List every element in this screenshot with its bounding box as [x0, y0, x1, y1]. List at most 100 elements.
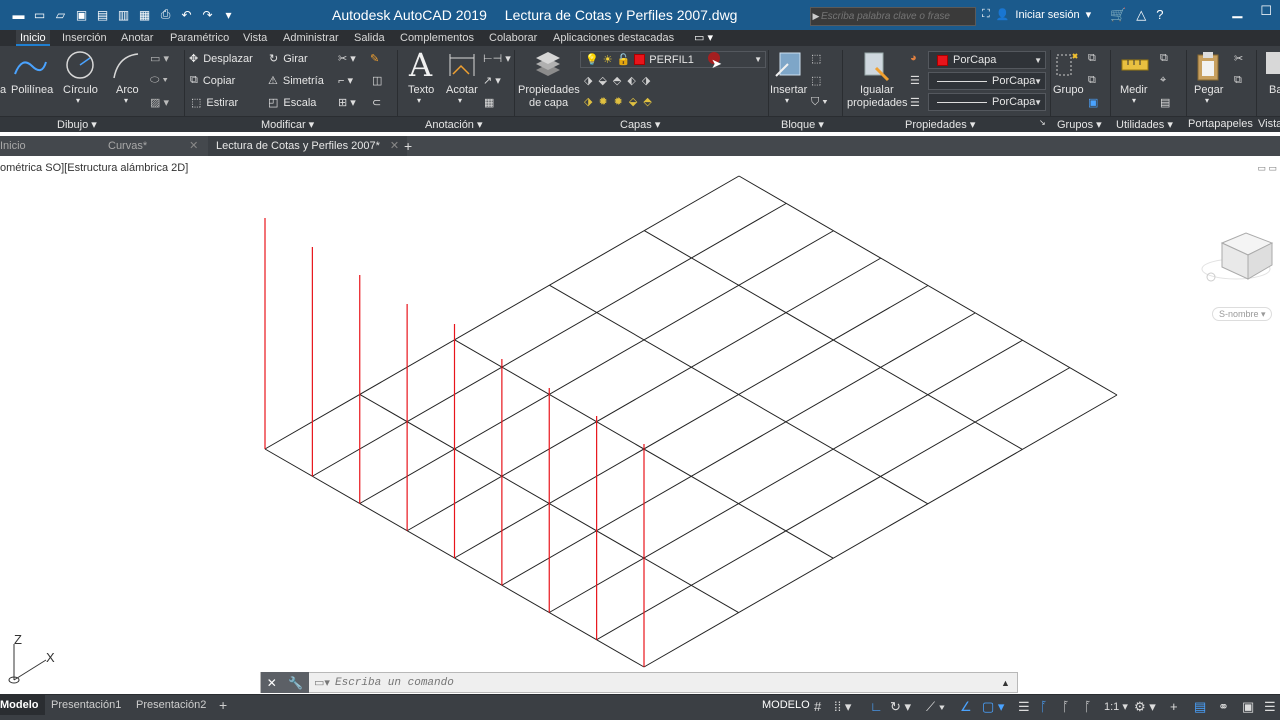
circle-icon[interactable] [64, 50, 96, 82]
viewcube[interactable] [1200, 205, 1280, 295]
group-select-icon[interactable]: ▣ [1088, 96, 1098, 109]
tab-parametrico[interactable]: Paramétrico [170, 30, 229, 46]
plus-icon[interactable]: + [1170, 700, 1178, 714]
add-layout-icon[interactable]: + [219, 695, 227, 715]
annotation-visibility-icon[interactable]: ᚪ [1040, 700, 1048, 714]
chevron-down-icon[interactable]: ▾ [417, 96, 421, 105]
cut-icon[interactable]: ✂ [1234, 52, 1243, 65]
measure-icon[interactable] [1120, 54, 1150, 76]
tab-administrar[interactable]: Administrar [283, 30, 339, 46]
ellipse-icon[interactable]: ⬭ ▾ [150, 74, 168, 87]
object-snap-icon[interactable]: ▢ ▾ [982, 700, 1004, 714]
chevron-down-icon[interactable]: ▾ [1205, 96, 1209, 105]
quick-properties-icon[interactable]: ▤ [1194, 700, 1206, 714]
panel-grupos[interactable]: Grupos ▾ [1057, 118, 1102, 131]
chevron-down-icon[interactable]: ▾ [1132, 96, 1136, 105]
tab-colaborar[interactable]: Colaborar [489, 30, 537, 46]
undo-icon[interactable]: ↶ [178, 6, 195, 23]
tab-insercion[interactable]: Inserción [62, 30, 107, 46]
text-label[interactable]: Texto [408, 84, 434, 96]
group-label[interactable]: Grupo [1053, 84, 1084, 96]
color-dropdown[interactable]: PorCapa ▼ [928, 51, 1046, 69]
layer-properties-label-2[interactable]: de capa [529, 97, 568, 109]
tab-complementos[interactable]: Complementos [400, 30, 474, 46]
wrench-icon[interactable]: 🔧 [288, 676, 303, 690]
match-properties-label-2[interactable]: propiedades [847, 97, 908, 109]
layout-tab-presentacion2[interactable]: Presentación2 [136, 695, 206, 715]
panel-capas[interactable]: Capas ▾ [620, 118, 660, 131]
group-icon[interactable] [1054, 50, 1082, 80]
rotate-button[interactable]: ↻ Girar [269, 52, 308, 66]
layer-properties-icon[interactable] [532, 50, 564, 80]
autodesk-a360-icon[interactable]: △ [1136, 7, 1146, 23]
grid-icon[interactable]: # [814, 700, 821, 714]
leader-icon[interactable]: ↗ ▾ [483, 74, 501, 87]
layout-tab-modelo[interactable]: Modelo [0, 695, 45, 715]
chevron-down-icon[interactable]: ▾ [76, 96, 80, 105]
lineweight-toggle-icon[interactable]: ☰ [1018, 700, 1030, 714]
panel-dibujo[interactable]: Dibujo ▾ [57, 118, 97, 131]
arc-icon[interactable] [110, 50, 142, 82]
copy-button[interactable]: ⧉ Copiar [190, 74, 235, 87]
chevron-down-icon[interactable]: ▼ [1034, 77, 1042, 86]
match-properties-icon[interactable] [862, 50, 892, 82]
chevron-down-icon[interactable]: ▾ [124, 96, 128, 105]
panel-bloque[interactable]: Bloque ▾ [781, 118, 824, 131]
chevron-down-icon[interactable]: ▼ [754, 55, 762, 64]
chevron-up-icon[interactable]: ▲ [1001, 678, 1017, 688]
arc-label[interactable]: Arco [116, 84, 139, 96]
layer-properties-label-1[interactable]: Propiedades [518, 84, 580, 96]
minimize-icon[interactable]: ▁ [1232, 3, 1242, 19]
search-expand-icon[interactable]: ▶ [811, 11, 821, 22]
panel-modificar[interactable]: Modificar ▾ [261, 118, 314, 131]
base-view-label[interactable]: Ba [1269, 84, 1280, 96]
panel-anotacion[interactable]: Anotación ▾ [425, 118, 483, 131]
match-properties-label-1[interactable]: Igualar [860, 84, 894, 96]
linetype-dropdown[interactable]: PorCapa ▼ [928, 72, 1046, 90]
save-icon[interactable]: ▣ [73, 6, 90, 23]
copy-clip-icon[interactable]: ⧉ [1234, 74, 1242, 87]
polyline-label[interactable]: Polilínea [11, 84, 53, 96]
layer-tools-row-2[interactable]: ⬗✹✹⬙⬘ [584, 95, 658, 108]
scale-button[interactable]: ◰ Escala [268, 96, 316, 110]
offset-icon[interactable]: ⊂ [372, 96, 381, 109]
lineweight-dropdown[interactable]: PorCapa ▼ [928, 93, 1046, 111]
signin-area[interactable]: ⛶ 👤 Iniciar sesión ▾ [982, 8, 1091, 21]
save-as-icon[interactable]: ▤ [94, 6, 111, 23]
dimension-label[interactable]: Acotar [446, 84, 478, 96]
model-space-button[interactable]: MODELO [762, 699, 810, 711]
chevron-down-icon[interactable]: ▼ [1034, 98, 1042, 107]
panel-utilidades[interactable]: Utilidades ▾ [1116, 118, 1173, 131]
layer-on-icon[interactable]: 💡 [585, 53, 599, 66]
calculator-icon[interactable]: ▤ [1160, 96, 1170, 109]
group-edit-icon[interactable]: ⧉ [1088, 74, 1096, 87]
table-icon[interactable]: ▦ [484, 96, 494, 109]
lineweight-icon[interactable]: ☰ [910, 96, 920, 109]
qat-dropdown-icon[interactable]: ▾ [220, 6, 237, 23]
move-button[interactable]: ✥ Desplazar [189, 52, 253, 66]
paste-icon[interactable] [1194, 50, 1222, 82]
layer-tools-row-1[interactable]: ⬗⬙⬘⬖⬗ [584, 74, 656, 87]
color-wheel-icon[interactable]: ◕ [910, 52, 917, 64]
id-point-icon[interactable]: ⌖ [1160, 74, 1166, 87]
stretch-button[interactable]: ⬚ Estirar [191, 96, 238, 110]
isolate-objects-icon[interactable]: ⚭ [1218, 700, 1229, 714]
chevron-down-icon[interactable]: ▼ [1034, 56, 1042, 65]
tab-anotar[interactable]: Anotar [121, 30, 153, 46]
app-menu-icon[interactable]: ▬ [10, 6, 27, 23]
array-icon[interactable]: ⊞ ▾ [338, 96, 356, 109]
auto-scale-icon[interactable]: ᚪ [1062, 700, 1070, 714]
panel-propiedades[interactable]: Propiedades ▾ [905, 118, 975, 131]
annotation-scale-icon[interactable]: ᚪ [1084, 700, 1092, 714]
doc-tab-lectura[interactable]: Lectura de Cotas y Perfiles 2007* ✕ [208, 136, 408, 156]
tab-aplicaciones-destacadas[interactable]: Aplicaciones destacadas [553, 30, 674, 46]
circle-label[interactable]: Círculo [63, 84, 98, 96]
layer-dropdown[interactable]: 💡 ☀ 🔓 PERFIL1 ▼ [580, 51, 766, 68]
trim-icon[interactable]: ✂ ▾ [338, 52, 356, 65]
close-icon[interactable]: ✕ [189, 140, 198, 152]
layer-freeze-icon[interactable]: ☀ [603, 53, 613, 66]
paste-label[interactable]: Pegar [1194, 84, 1223, 96]
measure-label[interactable]: Medir [1120, 84, 1148, 96]
new-tab-icon[interactable]: + [404, 136, 412, 156]
plot-icon[interactable]: ▦ [136, 6, 153, 23]
